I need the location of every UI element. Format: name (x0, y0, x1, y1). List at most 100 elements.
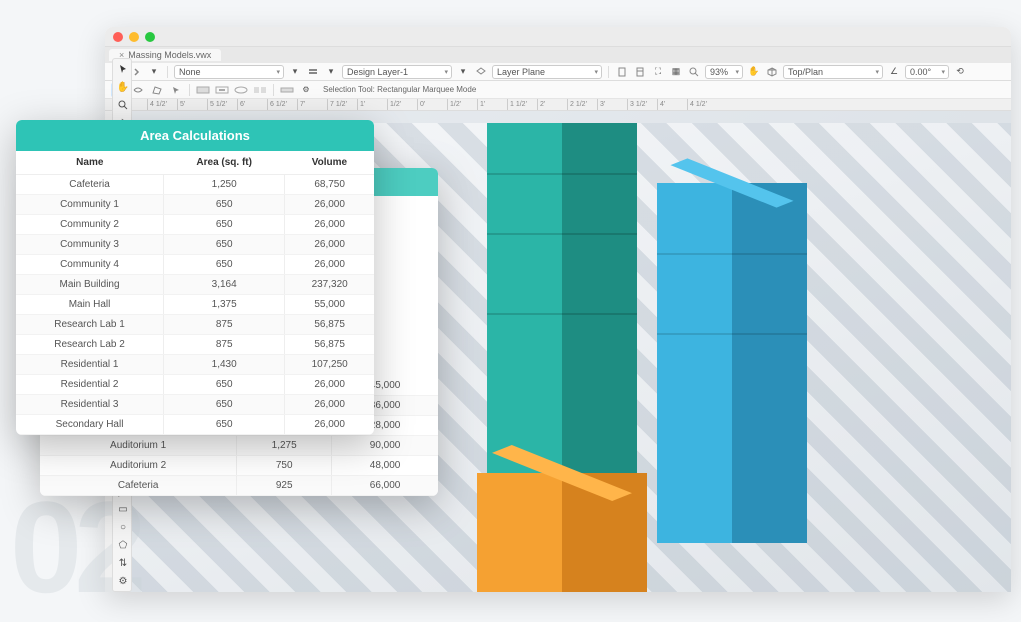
dropdown-icon[interactable]: ▾ (147, 65, 161, 79)
page-icon[interactable] (615, 65, 629, 79)
ruler-tick: 2' (537, 99, 567, 110)
stack-icon[interactable] (306, 65, 320, 79)
table-cell: 26,000 (285, 195, 374, 215)
mode-a-icon[interactable] (195, 83, 211, 97)
layers-icon[interactable] (474, 65, 488, 79)
mode-c-icon[interactable] (233, 83, 249, 97)
angle-icon[interactable]: ∠ (887, 65, 901, 79)
hand-icon[interactable]: ✋ (747, 65, 761, 79)
ruler-tick: 6' (237, 99, 267, 110)
table-row[interactable]: Research Lab 287556,875 (16, 335, 374, 355)
mode-bar: ⚙ Selection Tool: Rectangular Marquee Mo… (105, 81, 1011, 99)
table-row[interactable]: Residential 265026,000 (16, 375, 374, 395)
table-row[interactable]: Main Hall1,37555,000 (16, 295, 374, 315)
sheet-icon[interactable] (633, 65, 647, 79)
area-table: NameArea (sq. ft)Volume Cafeteria1,25068… (16, 151, 374, 435)
class-options-button[interactable]: ▾ (288, 65, 302, 79)
rotate-icon[interactable]: ⟲ (953, 65, 967, 79)
layer-options-button[interactable]: ▾ (456, 65, 470, 79)
table-row[interactable]: Community 465026,000 (16, 255, 374, 275)
ruler-tick: 0' (417, 99, 447, 110)
ruler-tick: 4' (657, 99, 687, 110)
table-row[interactable]: Secondary Hall65026,000 (16, 415, 374, 435)
zoom-tool-icon[interactable] (115, 97, 131, 113)
search-icon[interactable] (687, 65, 701, 79)
table-cell: 650 (164, 415, 285, 435)
close-window-button[interactable] (113, 32, 123, 42)
table-row[interactable]: Residential 11,430107,250 (16, 355, 374, 375)
table-cell: 650 (164, 215, 285, 235)
fit-icon[interactable]: ⛶ (651, 65, 665, 79)
wall-mode-icon[interactable] (279, 83, 295, 97)
table-row[interactable]: Community 165026,000 (16, 195, 374, 215)
table-cell: 66,000 (332, 476, 438, 496)
table-cell: 1,375 (164, 295, 285, 315)
tower-orange[interactable] (477, 473, 647, 592)
plane-select[interactable]: Layer Plane (492, 65, 602, 79)
table-cell: Auditorium 2 (40, 456, 237, 476)
table-row[interactable]: Cafeteria1,25068,750 (16, 175, 374, 195)
table-cell: 26,000 (285, 415, 374, 435)
class-select[interactable]: None (174, 65, 284, 79)
mode-hint: Selection Tool: Rectangular Marquee Mode (323, 85, 476, 94)
table-cell: Community 1 (16, 195, 164, 215)
cube-icon[interactable] (765, 65, 779, 79)
ruler-tick: 1/2' (387, 99, 417, 110)
table-cell: 90,000 (332, 436, 438, 456)
table-cell: Research Lab 1 (16, 315, 164, 335)
grid-icon[interactable]: ▦ (669, 65, 683, 79)
lasso-mode-icon[interactable] (130, 83, 146, 97)
zoom-window-button[interactable] (145, 32, 155, 42)
area-calculations-panel[interactable]: Area Calculations NameArea (sq. ft)Volum… (16, 120, 374, 435)
table-header: Name (16, 151, 164, 175)
table-cell: Community 3 (16, 235, 164, 255)
selection-tool-icon[interactable] (115, 61, 131, 77)
table-row[interactable]: Residential 365026,000 (16, 395, 374, 415)
table-row[interactable]: Cafeteria92566,000 (40, 476, 438, 496)
polygon-tool-icon[interactable]: ⬠ (115, 537, 131, 553)
table-cell: Secondary Hall (16, 415, 164, 435)
dropdown-icon[interactable]: ▾ (324, 65, 338, 79)
pan-tool-icon[interactable]: ✋ (115, 79, 131, 95)
ruler-tick: 7' (297, 99, 327, 110)
tower-blue[interactable] (657, 183, 807, 543)
table-cell: 650 (164, 375, 285, 395)
ruler-tick: 1' (357, 99, 387, 110)
table-cell: Community 2 (16, 215, 164, 235)
ruler-tick: 1' (477, 99, 507, 110)
ruler-tick: 4 1/2' (147, 99, 177, 110)
mode-d-icon[interactable] (252, 83, 268, 97)
layer-select[interactable]: Design Layer-1 (342, 65, 452, 79)
ruler-tick: 7 1/2' (327, 99, 357, 110)
push-pull-icon[interactable]: ⇅ (115, 555, 131, 571)
view-select[interactable]: Top/Plan (783, 65, 883, 79)
table-cell: 875 (164, 335, 285, 355)
table-cell: 26,000 (285, 255, 374, 275)
table-row[interactable]: Research Lab 187556,875 (16, 315, 374, 335)
settings-icon[interactable]: ⚙ (298, 83, 314, 97)
table-header: Volume (285, 151, 374, 175)
table-row[interactable]: Auditorium 275048,000 (40, 456, 438, 476)
angle-input[interactable]: 0.00° (905, 65, 949, 79)
gear-icon[interactable]: ⚙ (115, 573, 131, 589)
polygon-mode-icon[interactable] (149, 83, 165, 97)
table-cell: Cafeteria (16, 175, 164, 195)
table-cell: 1,275 (237, 436, 332, 456)
table-cell: Auditorium 1 (40, 436, 237, 456)
table-row[interactable]: Community 265026,000 (16, 215, 374, 235)
table-cell: 107,250 (285, 355, 374, 375)
table-row[interactable]: Main Building3,164237,320 (16, 275, 374, 295)
minimize-window-button[interactable] (129, 32, 139, 42)
zoom-select[interactable]: 93% (705, 65, 743, 79)
view-tool-palette: ／ ▭ ○ ⬠ ⇅ ⚙ (112, 480, 132, 592)
table-cell: 650 (164, 255, 285, 275)
table-cell: 650 (164, 235, 285, 255)
ruler-tick: 4 1/2' (687, 99, 717, 110)
single-select-icon[interactable] (168, 83, 184, 97)
mode-b-icon[interactable] (214, 83, 230, 97)
table-row[interactable]: Community 365026,000 (16, 235, 374, 255)
table-row[interactable]: Auditorium 11,27590,000 (40, 436, 438, 456)
circle-tool-icon[interactable]: ○ (115, 519, 131, 535)
table-cell: 3,164 (164, 275, 285, 295)
rect-tool-icon[interactable]: ▭ (115, 501, 131, 517)
